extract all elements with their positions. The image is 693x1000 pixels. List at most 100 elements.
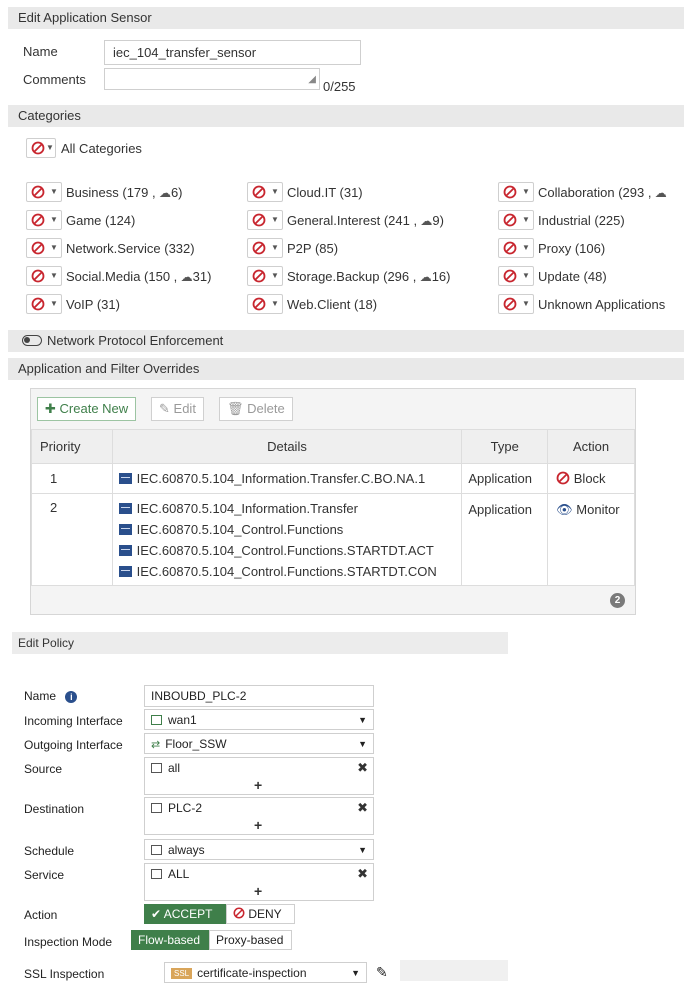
- application-icon: [118, 473, 132, 484]
- category-label: Network.Service (332): [66, 241, 195, 256]
- close-icon[interactable]: ✖: [357, 760, 368, 776]
- cloud-icon: ☁: [417, 214, 433, 228]
- row-count-badge: 2: [610, 593, 625, 608]
- category-action-button[interactable]: ▼: [26, 182, 62, 202]
- delete-button[interactable]: 🗑 Delete: [219, 397, 293, 421]
- policy-name-label: Name i: [24, 689, 78, 703]
- schedule-select[interactable]: always ▼: [144, 839, 374, 860]
- category-action-button[interactable]: ▼: [26, 210, 62, 230]
- overrides-panel: ✚ Create New ✎ Edit 🗑 Delete Priority De…: [30, 388, 636, 615]
- proxy-based-button[interactable]: Proxy-based: [209, 930, 292, 950]
- category-label: Cloud.IT (31): [287, 185, 363, 200]
- service-field[interactable]: ALL ✖ +: [144, 863, 374, 901]
- flow-based-button[interactable]: Flow-based: [131, 930, 209, 950]
- category-action-button[interactable]: ▼: [498, 238, 534, 258]
- category-action-button[interactable]: ▼: [247, 182, 283, 202]
- incoming-interface-select[interactable]: wan1 ▼: [144, 709, 374, 730]
- source-field[interactable]: all ✖ +: [144, 757, 374, 795]
- detail-text: IEC.60870.5.104_Control.Functions: [136, 522, 344, 537]
- pencil-icon[interactable]: ✎: [376, 964, 388, 981]
- ssl-inspection-select[interactable]: SSL certificate-inspection ▼: [164, 962, 367, 983]
- category-action-button[interactable]: ▼: [247, 238, 283, 258]
- block-icon: [503, 185, 517, 199]
- incoming-interface-label: Incoming Interface: [24, 714, 123, 728]
- category-action-button[interactable]: ▼: [498, 182, 534, 202]
- col-priority[interactable]: Priority: [31, 429, 113, 464]
- comments-textarea[interactable]: ◢: [104, 68, 320, 90]
- service-label: Service: [24, 868, 65, 882]
- service-value: ALL: [168, 867, 190, 881]
- category-action-button[interactable]: ▼: [26, 238, 62, 258]
- add-icon[interactable]: +: [254, 883, 262, 899]
- priority-cell: 1: [31, 463, 113, 494]
- category-label: Business (179 , ☁6): [66, 185, 183, 200]
- outgoing-interface-select[interactable]: ⇄ Floor_SSW ▼: [144, 733, 374, 754]
- detail-text: IEC.60870.5.104_Information.Transfer: [136, 501, 358, 516]
- chevron-down-icon: ▼: [522, 271, 530, 280]
- chevron-down-icon: ▼: [522, 299, 530, 308]
- table-row[interactable]: 1 IEC.60870.5.104_Information.Transfer.C…: [31, 463, 635, 494]
- sensor-name-input[interactable]: iec_104_transfer_sensor: [104, 40, 361, 65]
- create-new-button[interactable]: ✚ Create New: [37, 397, 137, 421]
- col-details[interactable]: Details: [111, 429, 463, 464]
- col-action[interactable]: Action: [547, 429, 635, 464]
- category-action-button[interactable]: ▼: [26, 266, 62, 286]
- policy-header: Edit Policy: [12, 632, 508, 654]
- chevron-down-icon: ▼: [351, 968, 360, 978]
- details-cell: IEC.60870.5.104_Information.Transfer IEC…: [111, 493, 463, 586]
- col-type[interactable]: Type: [461, 429, 549, 464]
- category-label: Unknown Applications: [538, 297, 666, 312]
- eye-icon: 👁: [556, 502, 573, 517]
- overrides-header: Application and Filter Overrides: [8, 358, 684, 380]
- resize-grip-icon[interactable]: ◢: [308, 73, 316, 87]
- deny-button[interactable]: DENY: [226, 904, 295, 924]
- accept-button[interactable]: ✔ ACCEPT: [144, 904, 226, 924]
- comments-counter: 0/255: [323, 79, 356, 94]
- outgoing-interface-label: Outgoing Interface: [24, 738, 123, 752]
- edit-button[interactable]: ✎ Edit: [151, 397, 204, 421]
- chevron-down-icon: ▼: [50, 299, 58, 308]
- policy-name-input[interactable]: INBOUBD_PLC-2: [144, 685, 374, 707]
- destination-field[interactable]: PLC-2 ✖ +: [144, 797, 374, 835]
- deny-label: DENY: [248, 907, 282, 921]
- category-action-button[interactable]: ▼: [498, 294, 534, 314]
- application-icon: [118, 524, 132, 535]
- all-categories-label: All Categories: [61, 141, 142, 156]
- chevron-down-icon: ▼: [271, 243, 279, 252]
- check-icon: ✔: [151, 907, 162, 921]
- cloud-icon: ☁: [177, 270, 193, 284]
- category-action-button[interactable]: ▼: [26, 294, 62, 314]
- add-icon[interactable]: +: [254, 777, 262, 793]
- category-action-button[interactable]: ▼: [498, 266, 534, 286]
- close-icon[interactable]: ✖: [357, 866, 368, 882]
- schedule-value: always: [168, 843, 205, 857]
- all-categories-action-button[interactable]: ▼: [26, 138, 56, 158]
- add-icon[interactable]: +: [254, 817, 262, 833]
- enforcement-toggle[interactable]: [22, 335, 42, 346]
- category-label: VoIP (31): [66, 297, 120, 312]
- category-action-button[interactable]: ▼: [498, 210, 534, 230]
- category-label: Proxy (106): [538, 241, 606, 256]
- category-label: Social.Media (150 , ☁31): [66, 269, 212, 284]
- category-label: Storage.Backup (296 , ☁16): [287, 269, 451, 284]
- chevron-down-icon: ▼: [358, 739, 367, 749]
- table-row[interactable]: 2 IEC.60870.5.104_Information.Transfer I…: [31, 493, 635, 586]
- block-icon: [31, 185, 45, 199]
- detail-text: IEC.60870.5.104_Control.Functions.STARTD…: [136, 543, 434, 558]
- chevron-down-icon: ▼: [522, 187, 530, 196]
- info-icon[interactable]: i: [65, 691, 78, 703]
- schedule-label: Schedule: [24, 844, 75, 858]
- category-action-button[interactable]: ▼: [247, 266, 283, 286]
- close-icon[interactable]: ✖: [357, 800, 368, 816]
- create-new-label: Create New: [59, 401, 129, 416]
- block-icon: [31, 297, 45, 311]
- block-icon: [503, 213, 517, 227]
- category-action-button[interactable]: ▼: [247, 294, 283, 314]
- category-action-button[interactable]: ▼: [247, 210, 283, 230]
- delete-label: Delete: [247, 401, 285, 416]
- categories-header: Categories: [8, 105, 684, 127]
- chevron-down-icon: ▼: [358, 845, 367, 855]
- chevron-down-icon: ▼: [50, 271, 58, 280]
- chevron-down-icon: ▼: [50, 187, 58, 196]
- name-label: Name: [23, 44, 58, 59]
